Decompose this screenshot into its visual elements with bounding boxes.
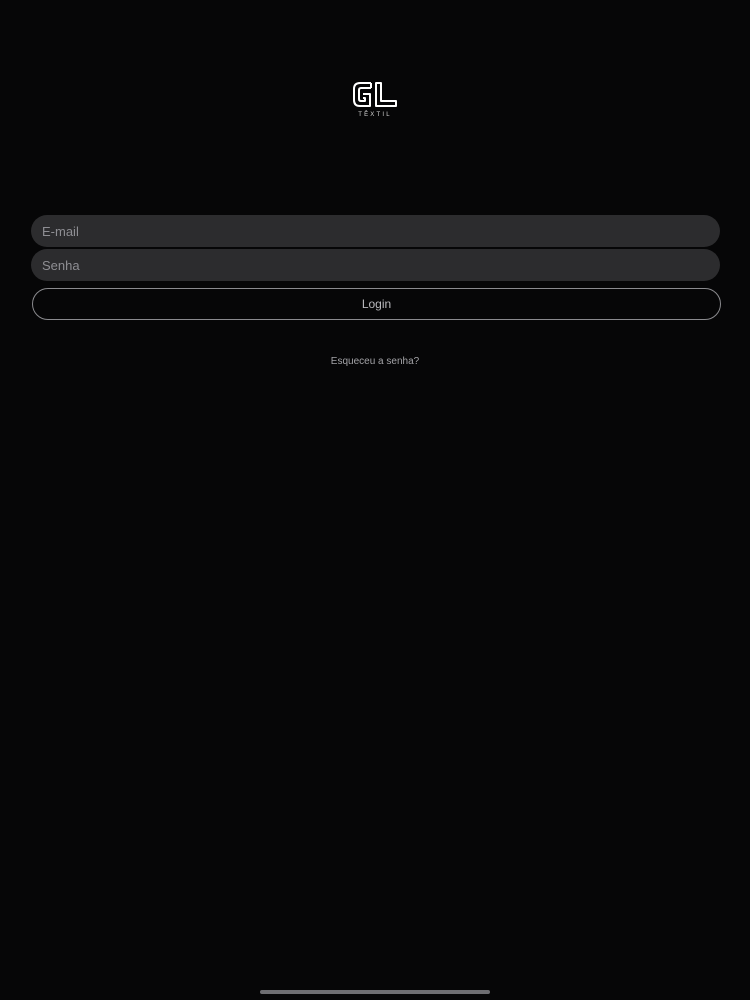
password-field[interactable] [31,249,720,281]
home-indicator[interactable] [260,990,490,994]
login-screen: TÊXTIL Login Esqueceu a senha? [0,0,750,1000]
brand-subtitle: TÊXTIL [358,112,392,118]
email-field[interactable] [31,215,720,247]
forgot-password-link[interactable]: Esqueceu a senha? [0,356,750,367]
gl-logo-icon [353,82,397,107]
login-button[interactable]: Login [32,288,721,320]
